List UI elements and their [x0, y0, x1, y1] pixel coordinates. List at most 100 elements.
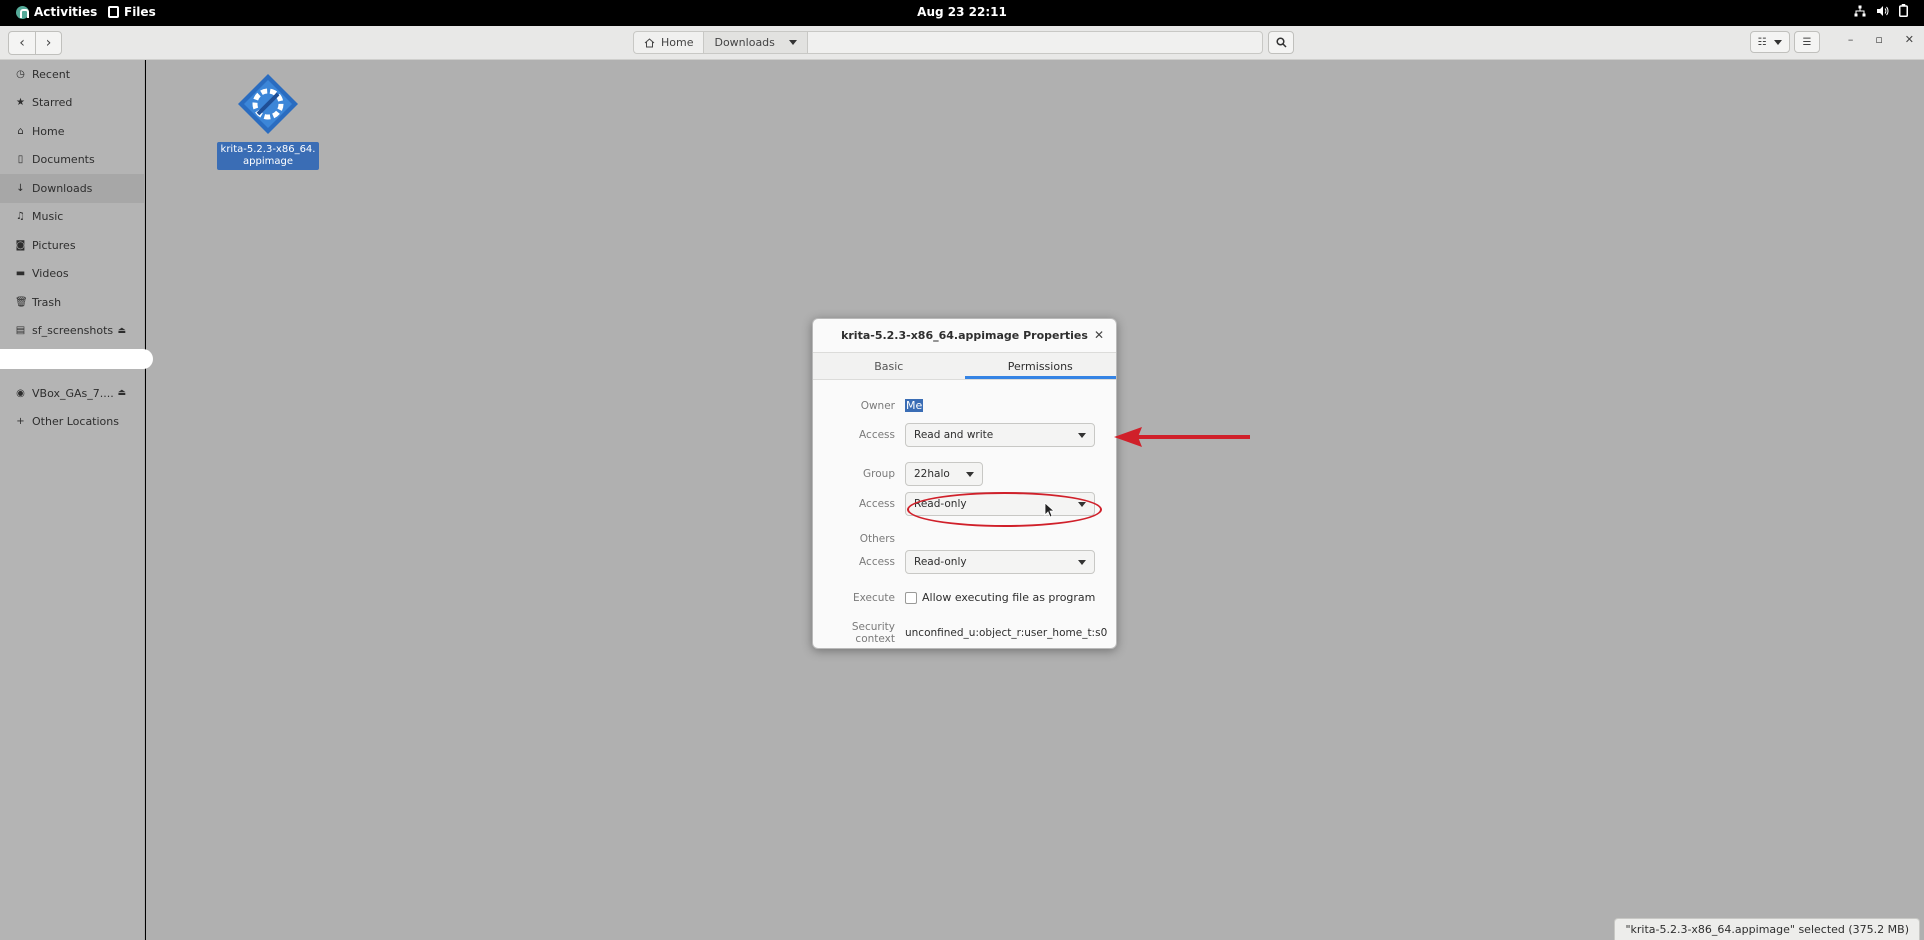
document-icon: ▯	[17, 154, 24, 166]
group-dropdown[interactable]: 22halo	[905, 462, 983, 486]
close-icon[interactable]: ✕	[1094, 328, 1104, 342]
selection-status: "krita-5.2.3-x86_64.appimage" selected (…	[1614, 918, 1920, 940]
video-icon: ▬	[15, 268, 26, 280]
app-menu-label: Files	[124, 5, 156, 19]
volume-icon	[1877, 5, 1889, 16]
mouse-pointer-icon	[1044, 502, 1054, 518]
group-value: 22halo	[914, 468, 950, 480]
security-label: Security context	[851, 621, 895, 645]
clock-icon: ◷	[16, 68, 25, 80]
sidebar-item-starred[interactable]: ★ Starred	[0, 89, 144, 118]
clock[interactable]: Aug 23 22:11	[917, 5, 1007, 19]
breadcrumb-downloads[interactable]: Downloads	[704, 32, 808, 53]
sidebar-item-vbox-gas[interactable]: ◉ VBox_GAs_7.... ⏏	[0, 379, 144, 408]
tab-permissions[interactable]: Permissions	[965, 353, 1117, 379]
sidebar-item-label: Starred	[32, 96, 73, 110]
music-icon: ♫	[16, 211, 25, 223]
star-icon: ★	[16, 97, 25, 109]
places-sidebar: ◷ Recent ★ Starred ⌂ Home ▯ Documents ↓ Downl…	[0, 60, 153, 940]
navigation-buttons: ‹ ›	[8, 31, 62, 55]
home-icon: ⌂	[17, 125, 24, 137]
plus-icon: +	[16, 416, 25, 428]
list-view-icon: ☷	[1757, 36, 1767, 48]
view-toggle-button[interactable]: ☷	[1750, 31, 1790, 53]
search-button[interactable]	[1268, 31, 1294, 54]
sidebar-item-sf-screenshots[interactable]: ▤ sf_screenshots ⏏	[0, 317, 144, 346]
others-row: Others	[813, 533, 905, 545]
maximize-button[interactable]: ▫	[1875, 33, 1882, 46]
path-bar[interactable]: Home Downloads	[633, 31, 1263, 54]
others-access-row: Access Read-only	[813, 550, 1095, 574]
back-button[interactable]: ‹	[9, 32, 35, 54]
sidebar-item-label: sf_screenshots	[32, 324, 114, 338]
execute-checkbox[interactable]	[905, 591, 917, 604]
sidebar-item-documents[interactable]: ▯ Documents	[0, 146, 144, 175]
owner-label: Owner	[860, 399, 895, 412]
disc-icon: ◉	[16, 387, 25, 399]
drive-icon: ▤	[15, 325, 26, 337]
dialog-title: krita-5.2.3-x86_64.appimage Properties	[841, 329, 1088, 342]
others-access-value: Read-only	[914, 556, 967, 568]
execute-row: Execute Allow executing file as program	[813, 591, 1095, 604]
system-tray[interactable]	[1854, 4, 1908, 17]
sidebar-item-videos[interactable]: ▬ Videos	[0, 260, 144, 289]
top-bar: Activities Files Aug 23 22:11	[0, 0, 1924, 26]
group-access-label: Access	[859, 498, 895, 510]
owner-access-value: Read and write	[914, 429, 994, 441]
owner-access-label: Access	[859, 429, 895, 441]
dialog-tabs: Basic Permissions	[813, 352, 1116, 380]
annotation-ellipse	[907, 492, 1102, 527]
main-menu-button[interactable]: ☰	[1794, 31, 1820, 53]
chevron-down-icon	[1078, 559, 1086, 565]
sidebar-item-other-locations[interactable]: + Other Locations	[0, 408, 144, 437]
owner-access-dropdown[interactable]: Read and write	[905, 423, 1095, 447]
breadcrumb-downloads-label: Downloads	[714, 36, 775, 49]
sidebar-item-label: Pictures	[32, 238, 76, 252]
owner-value: Me	[905, 399, 924, 412]
close-window-button[interactable]: ✕	[1905, 33, 1914, 46]
battery-icon	[1899, 4, 1908, 17]
sidebar-item-label: Downloads	[32, 181, 93, 195]
camera-icon: ◙	[15, 239, 26, 251]
chevron-down-icon	[788, 40, 797, 45]
view-buttons: ☷ ☰	[1750, 31, 1820, 53]
forward-button[interactable]: ›	[35, 32, 61, 54]
owner-row: Owner Me	[813, 399, 924, 412]
execute-label: Execute	[853, 591, 895, 604]
sidebar-item-home[interactable]: ⌂ Home	[0, 117, 144, 146]
breadcrumb-home-label: Home	[661, 36, 694, 49]
breadcrumb-home[interactable]: Home	[634, 32, 705, 53]
clock-container: Aug 23 22:11	[0, 5, 1924, 19]
minimize-button[interactable]: –	[1848, 33, 1854, 46]
search-icon	[1275, 37, 1287, 48]
download-icon: ↓	[16, 182, 25, 194]
tab-basic[interactable]: Basic	[813, 353, 965, 379]
network-icon	[1854, 5, 1866, 16]
security-row: Security context unconfined_u:object_r:u…	[813, 621, 1107, 645]
hamburger-menu-icon: ☰	[1802, 36, 1812, 48]
app-menu[interactable]: Files	[108, 5, 156, 19]
appimage-file-icon	[236, 72, 300, 136]
sidebar-item-trash[interactable]: 🗑 Trash	[0, 288, 144, 317]
fedora-logo-icon	[16, 5, 29, 19]
sidebar-item-downloads[interactable]: ↓ Downloads	[0, 174, 144, 203]
file-item-krita[interactable]: krita-5.2.3-x86_64.appimage	[216, 72, 320, 170]
sidebar-item-label: Documents	[32, 153, 95, 167]
chevron-down-icon	[1078, 432, 1086, 438]
sidebar-item-music[interactable]: ♫ Music	[0, 203, 144, 232]
sidebar-item-label: Videos	[32, 267, 69, 281]
chevron-down-icon	[966, 471, 974, 477]
sidebar-item-recent[interactable]: ◷ Recent	[0, 60, 144, 89]
sidebar-item-label: Home	[32, 124, 65, 138]
sidebar-item-pictures[interactable]: ◙ Pictures	[0, 231, 144, 260]
security-value: unconfined_u:object_r:user_home_t:s0	[905, 627, 1108, 639]
dialog-titlebar: krita-5.2.3-x86_64.appimage Properties ✕	[813, 319, 1116, 352]
others-access-dropdown[interactable]: Read-only	[905, 550, 1095, 574]
execute-text[interactable]: Allow executing file as program	[922, 591, 1095, 604]
trash-icon: 🗑	[15, 296, 28, 308]
activities-button[interactable]: Activities	[16, 5, 97, 19]
eject-icon[interactable]: ⏏	[117, 388, 126, 398]
sidebar-item-label: Music	[32, 210, 64, 224]
files-app-icon	[108, 6, 119, 18]
eject-icon[interactable]: ⏏	[117, 326, 126, 336]
